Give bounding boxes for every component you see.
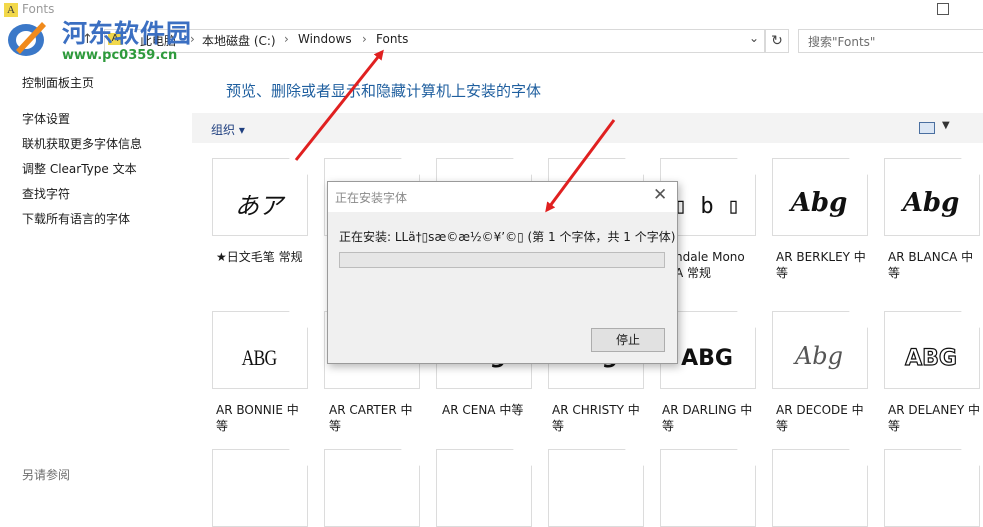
font-tile[interactable] [436,449,532,527]
chevron-down-icon[interactable]: ▼ [942,120,950,131]
font-tile-label: AR DARLING 中 等 [662,403,753,433]
font-tile[interactable] [772,449,868,527]
chevron-right-icon[interactable]: › [362,32,367,46]
page-title: 预览、删除或者显示和隐藏计算机上安装的字体 [226,82,542,100]
install-progress-bar [339,252,665,268]
sidebar-home-link[interactable]: 控制面板主页 [22,74,94,91]
font-tile[interactable] [324,449,420,527]
close-icon[interactable]: ✕ [653,185,667,205]
font-preview-glyph: あア [235,192,283,220]
window-title: Fonts [22,2,55,16]
font-tile[interactable] [548,449,644,527]
organize-button[interactable]: 组织 ▾ [211,121,245,138]
font-preview-glyph: Abg [794,342,844,370]
maximize-button[interactable] [937,3,949,15]
breadcrumb-local-disk[interactable]: 本地磁盘 (C:) [202,32,276,49]
font-tile-label: AR DELANEY 中 等 [888,403,981,433]
sidebar-item-download-fonts[interactable]: 下载所有语言的字体 [22,210,130,227]
toolbar [192,113,983,143]
font-tile[interactable] [212,449,308,527]
red-arrow-to-breadcrumb [294,49,384,161]
font-tile-label: ★日文毛笔 常规 [216,250,303,264]
install-status-text: 正在安装: LLä†▯sæ©æ½©¥’©▯ (第 1 个字体，共 1 个字体) [339,230,676,244]
breadcrumb-windows[interactable]: Windows [298,32,352,46]
watermark-url: www.pc0359.cn [62,48,178,63]
font-preview-glyph: ABG [904,345,957,371]
font-preview-glyph: ABG [241,345,278,370]
sidebar-item-cleartype[interactable]: 调整 ClearType 文本 [22,160,137,177]
font-preview-glyph: Abg [902,188,960,218]
refresh-icon[interactable]: ↻ [765,29,789,53]
font-tile-label: AR CENA 中等 [442,403,524,417]
sidebar-item-find-character[interactable]: 查找字符 [22,185,70,202]
fonts-app-icon: A [4,3,18,17]
watermark-title: 河东软件园 [62,19,193,48]
font-tile-label: AR CARTER 中 等 [329,403,413,433]
font-tile-label: AR CHRISTY 中 等 [552,403,640,433]
view-options-icon[interactable] [919,122,935,134]
font-tile-label: AR BERKLEY 中 等 [776,250,866,280]
watermark-logo-icon [8,22,46,56]
search-placeholder: 搜索"Fonts" [808,35,876,49]
chevron-right-icon[interactable]: › [284,32,289,46]
font-tile-label: AR BONNIE 中 等 [216,403,299,433]
stop-button[interactable]: 停止 [591,328,665,352]
sidebar-item-get-more-fonts[interactable]: 联机获取更多字体信息 [22,135,142,152]
sidebar-item-font-settings[interactable]: 字体设置 [22,110,70,127]
font-tile-label: AR DECODE 中 等 [776,403,864,433]
font-tile-label: AR BLANCA 中 等 [888,250,974,280]
dialog-title: 正在安装字体 [335,191,408,205]
chevron-down-icon[interactable]: ⌄ [749,31,759,45]
see-also-label: 另请参阅 [22,468,71,482]
breadcrumb-fonts[interactable]: Fonts [376,32,408,46]
font-tile[interactable] [884,449,980,527]
font-tile-label: ndale Mono A 常规 [675,250,745,280]
font-tile[interactable] [660,449,756,527]
font-preview-glyph: Abg [790,188,848,218]
